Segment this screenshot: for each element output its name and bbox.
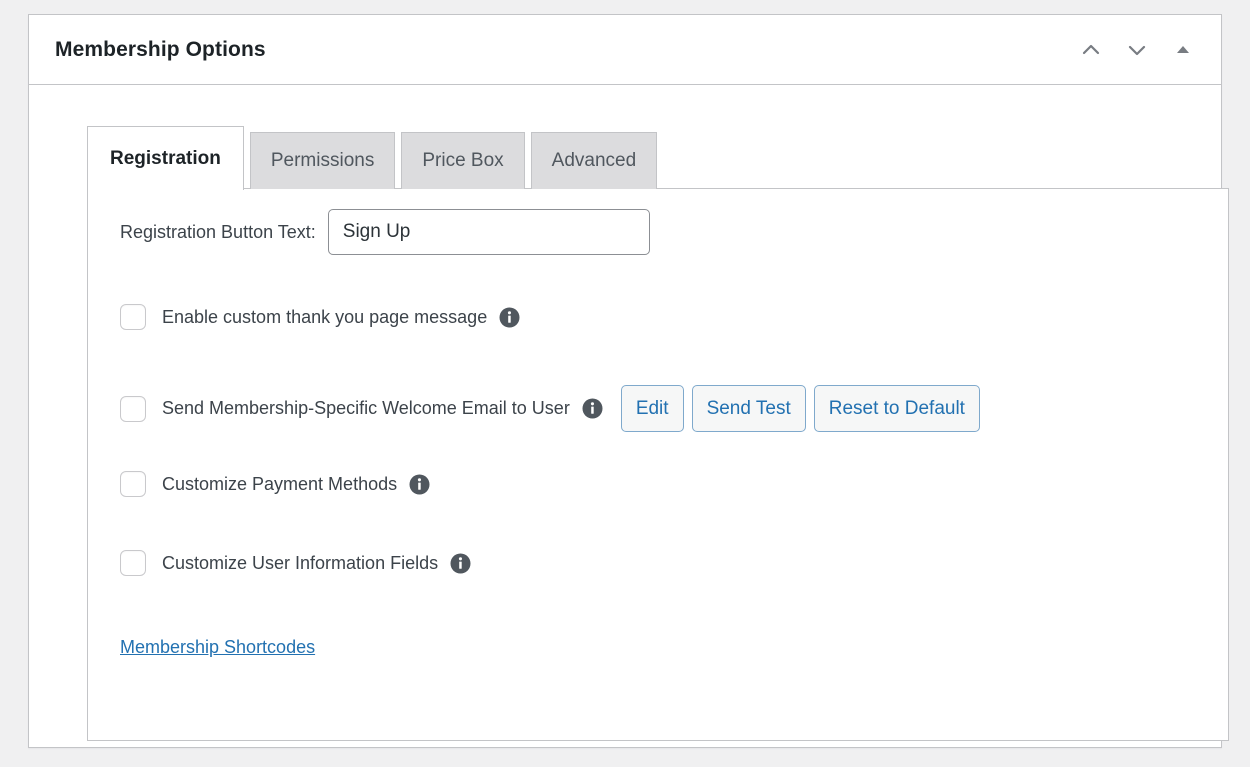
option-row-customize-payment-methods: Customize Payment Methods xyxy=(120,471,430,497)
page-title: Membership Options xyxy=(55,37,266,61)
customize-user-information-fields-checkbox[interactable] xyxy=(120,550,146,576)
option-row-send-welcome-email: Send Membership-Specific Welcome Email t… xyxy=(120,385,980,432)
triangle-up-icon xyxy=(1172,39,1194,61)
welcome-email-button-group: Edit Send Test Reset to Default xyxy=(620,385,980,432)
toggle-panel-button[interactable] xyxy=(1165,32,1201,68)
tab-permissions[interactable]: Permissions xyxy=(249,132,396,189)
tab-advanced[interactable]: Advanced xyxy=(530,132,658,189)
chevron-up-icon xyxy=(1078,37,1104,63)
info-icon[interactable] xyxy=(499,307,520,328)
info-icon[interactable] xyxy=(450,553,471,574)
chevron-down-icon xyxy=(1124,37,1150,63)
membership-options-panel: Membership Options Registration Permissi… xyxy=(28,14,1229,748)
tab-price-box[interactable]: Price Box xyxy=(401,132,525,189)
reset-to-default-button[interactable]: Reset to Default xyxy=(813,385,980,432)
send-welcome-email-checkbox[interactable] xyxy=(120,395,146,422)
edit-button[interactable]: Edit xyxy=(620,385,684,432)
tab-label: Registration xyxy=(110,147,221,169)
option-label: Customize Payment Methods xyxy=(162,473,398,494)
registration-tab-panel: Registration Button Text: Enable custom … xyxy=(87,188,1229,741)
customize-payment-methods-checkbox[interactable] xyxy=(120,471,146,497)
info-icon[interactable] xyxy=(409,474,430,495)
panel-header: Membership Options xyxy=(29,15,1221,85)
tab-label: Price Box xyxy=(422,150,504,171)
registration-button-text-label: Registration Button Text: xyxy=(120,221,316,242)
tab-label: Advanced xyxy=(551,150,637,171)
enable-thank-you-message-checkbox[interactable] xyxy=(120,304,146,330)
option-label: Enable custom thank you page message xyxy=(162,306,488,327)
option-label: Customize User Information Fields xyxy=(162,552,439,573)
membership-shortcodes-link[interactable]: Membership Shortcodes xyxy=(120,637,315,658)
registration-button-text-row: Registration Button Text: xyxy=(120,209,650,255)
send-test-button[interactable]: Send Test xyxy=(691,385,806,432)
tab-registration[interactable]: Registration xyxy=(87,126,244,190)
tab-label: Permissions xyxy=(270,150,375,171)
option-label: Send Membership-Specific Welcome Email t… xyxy=(162,398,570,418)
option-row-customize-user-information-fields: Customize User Information Fields xyxy=(120,550,471,576)
tabs-bar: Registration Permissions Price Box Advan… xyxy=(87,125,1199,190)
move-down-button[interactable] xyxy=(1119,32,1155,68)
registration-button-text-input[interactable] xyxy=(327,209,650,255)
panel-header-actions xyxy=(1073,32,1201,68)
move-up-button[interactable] xyxy=(1073,32,1109,68)
option-row-enable-thank-you-message: Enable custom thank you page message xyxy=(120,304,520,330)
info-icon[interactable] xyxy=(582,398,603,419)
